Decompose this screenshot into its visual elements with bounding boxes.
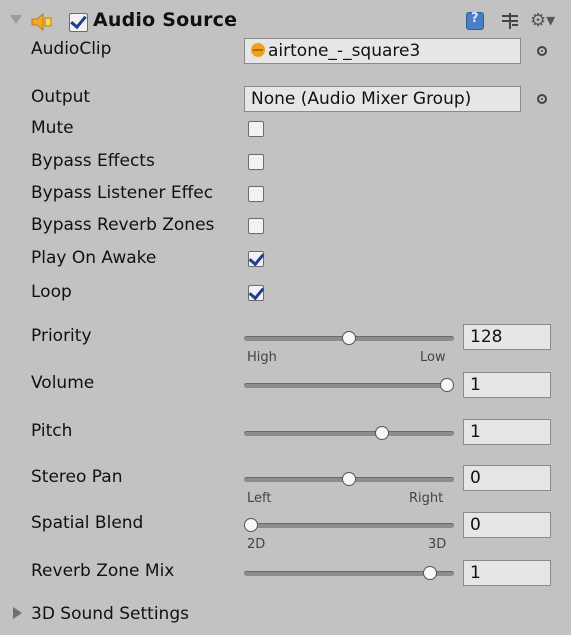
spatial-blend-max-caption: 3D [428,537,447,552]
volume-value-field[interactable]: 1 [463,372,551,398]
mute-label: Mute [31,118,74,138]
priority-max-caption: Low [420,350,446,365]
bypass-effects-checkbox[interactable] [248,154,264,170]
pitch-value-field[interactable]: 1 [463,419,551,445]
audioclip-field[interactable]: airtone_-_square3 [244,38,521,64]
foldout-arrow-icon[interactable] [10,15,22,24]
bypass-reverb-zones-label: Bypass Reverb Zones [31,215,215,235]
spatial-blend-slider-thumb[interactable] [244,518,258,532]
stereo-pan-label: Stereo Pan [31,467,123,487]
reverb-zone-mix-slider-thumb[interactable] [423,566,437,580]
pitch-label: Pitch [31,421,73,441]
component-enabled-checkbox[interactable] [69,13,88,32]
preset-icon[interactable] [500,12,520,30]
stereo-pan-min-caption: Left [247,491,272,506]
volume-slider-thumb[interactable] [440,378,454,392]
sound-3d-foldout-arrow-icon[interactable] [13,607,22,619]
priority-label: Priority [31,326,92,346]
sound-3d-settings-foldout[interactable]: 3D Sound Settings [31,604,189,624]
stereo-pan-value-field[interactable]: 0 [463,465,551,491]
stereo-pan-slider-thumb[interactable] [342,472,356,486]
spatial-blend-min-caption: 2D [247,537,266,552]
priority-slider-thumb[interactable] [342,331,356,345]
priority-value-field[interactable]: 128 [463,324,551,350]
mute-checkbox[interactable] [248,121,264,137]
reverb-zone-mix-value-field[interactable]: 1 [463,560,551,586]
audioclip-picker-icon[interactable] [537,46,547,56]
bypass-reverb-zones-checkbox[interactable] [248,218,264,234]
volume-slider-track[interactable] [244,383,454,388]
play-on-awake-label: Play On Awake [31,248,157,268]
speaker-icon [31,13,52,31]
stereo-pan-max-caption: Right [409,491,444,506]
loop-checkbox[interactable] [248,285,264,301]
volume-label: Volume [31,373,95,393]
spatial-blend-label: Spatial Blend [31,513,144,533]
gear-icon[interactable]: ⚙▾ [530,12,555,30]
bypass-listener-effects-checkbox[interactable] [248,186,264,202]
audio-source-inspector: Audio Source ⚙▾ AudioClip airtone_-_squa… [0,0,571,635]
bypass-effects-label: Bypass Effects [31,151,155,171]
output-value: None (Audio Mixer Group) [251,89,472,109]
bypass-listener-effects-label: Bypass Listener Effec [31,183,214,203]
audioclip-value: airtone_-_square3 [268,41,421,61]
pitch-slider-thumb[interactable] [375,426,389,440]
component-title: Audio Source [93,9,238,31]
output-label: Output [31,87,91,107]
component-header: Audio Source ⚙▾ [0,6,571,36]
spatial-blend-slider-track[interactable] [244,523,454,528]
output-field[interactable]: None (Audio Mixer Group) [244,86,521,112]
play-on-awake-checkbox[interactable] [248,251,264,267]
output-picker-icon[interactable] [537,94,547,104]
help-icon[interactable] [466,11,484,30]
audio-clip-icon [251,43,265,57]
audioclip-label: AudioClip [31,39,112,59]
priority-min-caption: High [247,350,277,365]
spatial-blend-value-field[interactable]: 0 [463,512,551,538]
reverb-zone-mix-label: Reverb Zone Mix [31,561,175,581]
loop-label: Loop [31,282,72,302]
pitch-slider-track[interactable] [244,431,454,436]
